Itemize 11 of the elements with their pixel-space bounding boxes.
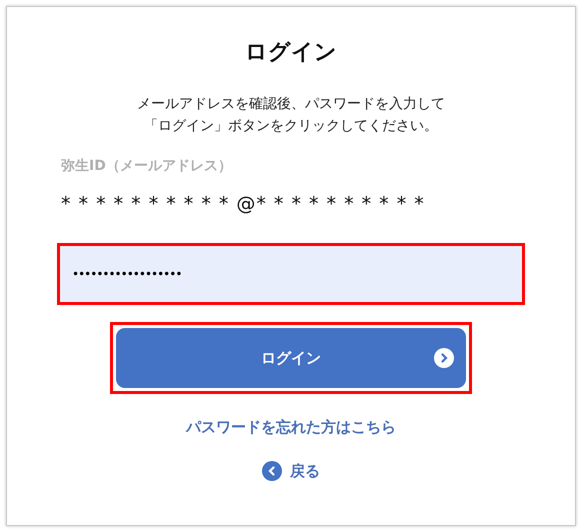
forgot-password-link[interactable]: パスワードを忘れた方はこちら	[186, 418, 396, 437]
login-button[interactable]: ログイン	[116, 328, 466, 388]
instruction-text: メールアドレスを確認後、パスワードを入力して	[137, 95, 445, 114]
chevron-left-icon	[262, 461, 282, 481]
back-link[interactable]: 戻る	[262, 461, 320, 481]
page-title: ログイン	[245, 39, 337, 67]
chevron-right-icon	[434, 348, 454, 368]
password-field[interactable]: ••••••••••••••••••	[60, 246, 522, 302]
masked-email: * * * * * * * * * * @* * * * * * * * * *	[61, 193, 426, 215]
instruction-text: 「ログイン」ボタンをクリックしてください。	[144, 117, 438, 136]
field-label: 弥生ID（メールアドレス）	[61, 157, 233, 175]
